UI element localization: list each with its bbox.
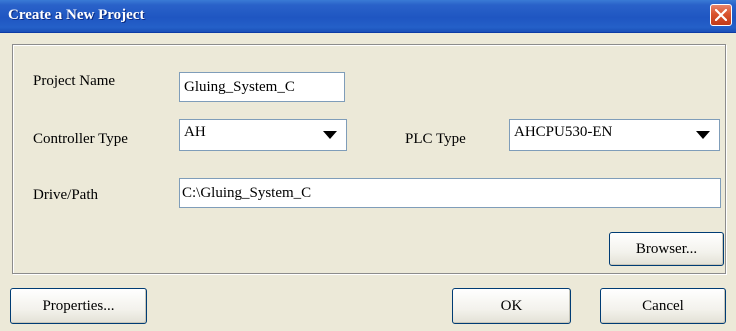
controller-type-value: AH <box>184 124 206 140</box>
controller-type-label: Controller Type <box>33 131 128 147</box>
window-title: Create a New Project <box>8 7 145 23</box>
controller-type-select[interactable]: AH <box>179 119 347 151</box>
close-button[interactable] <box>710 4 732 26</box>
plc-type-label: PLC Type <box>405 131 466 147</box>
cancel-button[interactable]: Cancel <box>600 288 726 324</box>
dropdown-arrow-icon[interactable] <box>689 122 717 148</box>
project-name-input[interactable]: Gluing_System_C <box>179 72 345 102</box>
ok-button[interactable]: OK <box>452 288 571 324</box>
project-name-label: Project Name <box>33 73 116 89</box>
close-icon <box>715 9 727 21</box>
project-settings-group: Project Name Gluing_System_C Controller … <box>12 44 726 274</box>
drive-path-label: Drive/Path <box>33 187 98 203</box>
title-bar: Create a New Project <box>0 0 736 33</box>
plc-type-value: AHCPU530-EN <box>514 124 613 140</box>
drive-path-input[interactable]: C:\Gluing_System_C <box>179 178 721 208</box>
dropdown-arrow-icon[interactable] <box>316 122 344 148</box>
browser-button[interactable]: Browser... <box>609 232 724 266</box>
properties-button[interactable]: Properties... <box>10 288 147 324</box>
plc-type-select[interactable]: AHCPU530-EN <box>509 119 720 151</box>
